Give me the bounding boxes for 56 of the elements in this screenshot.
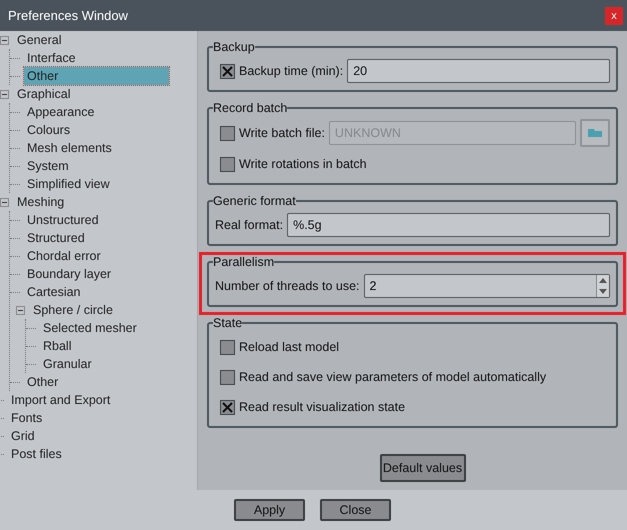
tree-item[interactable]: Rball <box>40 337 74 355</box>
tree-item[interactable]: Graphical <box>14 85 74 103</box>
collapse-icon[interactable] <box>0 198 9 206</box>
input-field[interactable]: %.5g <box>287 213 610 237</box>
tree-item[interactable]: Boundary layer <box>24 265 114 283</box>
window-title: Preferences Window <box>8 8 128 23</box>
tree-item[interactable]: Meshing <box>14 193 68 211</box>
tree-item[interactable]: Colours <box>24 121 74 139</box>
checkbox[interactable] <box>220 340 235 354</box>
group-title: Generic format <box>213 194 296 208</box>
tree-item[interactable]: Selected mesher <box>40 319 140 337</box>
collapse-icon[interactable] <box>0 90 9 98</box>
group-title: Backup <box>213 40 255 54</box>
close-dialog-button[interactable]: Close <box>320 499 391 521</box>
field-label: Backup time (min): <box>239 64 344 78</box>
window-close-button[interactable]: x <box>605 6 623 24</box>
checkbox-label: Read result visualization state <box>239 400 406 414</box>
down-arrow-icon[interactable] <box>597 286 609 297</box>
folder-icon <box>588 129 602 137</box>
field-label: Real format: <box>215 218 284 232</box>
tree-item[interactable]: Chordal error <box>24 247 104 265</box>
checkbox-label: Write rotations in batch <box>239 157 367 171</box>
checkbox[interactable] <box>220 400 235 414</box>
checkbox[interactable] <box>220 64 235 78</box>
collapse-icon[interactable] <box>16 306 25 314</box>
tree-item[interactable]: Mesh elements <box>24 139 115 157</box>
tree-item[interactable]: Post files <box>8 445 65 463</box>
tree-item[interactable]: Unstructured <box>24 211 102 229</box>
checkbox[interactable] <box>220 156 235 172</box>
collapse-icon[interactable] <box>0 36 9 44</box>
tree-item[interactable]: Other <box>24 67 169 85</box>
group-title: Parallelism <box>213 255 274 269</box>
up-arrow-icon[interactable] <box>597 275 609 286</box>
tree-item[interactable]: Interface <box>24 49 79 67</box>
tree-item[interactable]: Simplified view <box>24 175 113 193</box>
field-label: Write batch file: <box>239 126 325 140</box>
tree-item[interactable]: Granular <box>40 355 95 373</box>
checkbox-label: Read and save view parameters of model automatically <box>239 370 546 384</box>
tree-item[interactable]: Fonts <box>8 409 46 427</box>
apply-button[interactable]: Apply <box>234 499 305 521</box>
tree-item[interactable]: General <box>14 31 64 49</box>
checkbox[interactable] <box>220 370 235 384</box>
group-title: Record batch <box>213 101 288 115</box>
tree-item[interactable]: Appearance <box>24 103 98 121</box>
input-field[interactable]: 20 <box>347 59 610 83</box>
tree-item[interactable]: Import and Export <box>8 391 114 409</box>
tree-item[interactable]: Cartesian <box>24 283 84 301</box>
field-label: Number of threads to use: <box>215 279 360 293</box>
tree-item[interactable]: System <box>24 157 72 175</box>
tree-item[interactable]: Sphere / circle <box>30 301 116 319</box>
tree-item[interactable]: Other <box>24 373 62 391</box>
checkbox-label: Reload last model <box>239 340 340 354</box>
default-values-button[interactable]: Default values <box>380 454 466 482</box>
tree-item[interactable]: Structured <box>24 229 88 247</box>
group-title: State <box>213 316 242 330</box>
tree-item[interactable]: Grid <box>8 427 38 445</box>
